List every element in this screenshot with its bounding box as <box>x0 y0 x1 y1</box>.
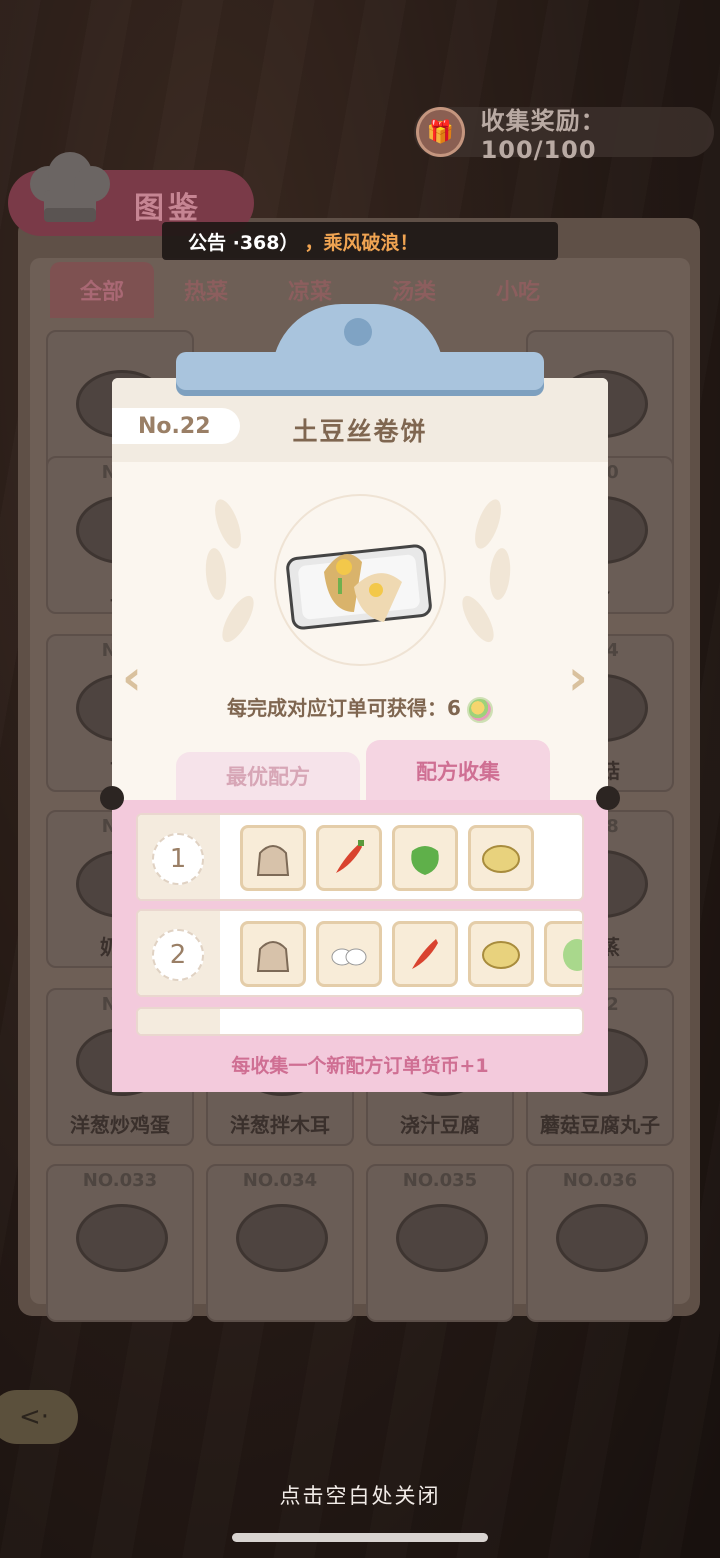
dish-name: 土豆丝卷饼 <box>292 417 428 446</box>
chili-icon <box>392 921 458 987</box>
clipboard-bar <box>176 352 544 390</box>
dish-number: No.22 <box>112 408 240 444</box>
dish-card[interactable]: NO.035 <box>366 1164 514 1322</box>
dish-card[interactable]: NO.036 <box>526 1164 674 1322</box>
announcement-highlight: ，乘风破浪！ <box>304 231 419 254</box>
card-notch-right <box>596 786 620 810</box>
recipe-row[interactable]: 1 <box>136 813 584 901</box>
flour-icon <box>240 921 306 987</box>
collection-reward-button[interactable]: 🎁 收集奖励：100/100 <box>414 107 714 164</box>
dish-plate-icon <box>396 1204 488 1272</box>
potato-icon <box>468 921 534 987</box>
order-reward-text: 每完成对应订单可获得：6 <box>227 696 461 720</box>
dish-card[interactable]: NO.033 <box>46 1164 194 1322</box>
announcement-prefix: 公告 ·368） <box>188 231 299 254</box>
dish-card-name: 洋葱拌木耳 <box>230 1113 330 1137</box>
dish-card-number: NO.035 <box>402 1170 478 1191</box>
order-coin-icon <box>466 696 493 723</box>
dish-card-name: 洋葱炒鸡蛋 <box>70 1113 170 1137</box>
order-reward-info: 每完成对应订单可获得：6 <box>112 692 608 723</box>
recipe-index-box <box>138 1009 220 1034</box>
dish-plate-icon <box>76 1204 168 1272</box>
collection-tip: 每收集一个新配方订单货币+1 <box>112 1036 608 1092</box>
dish-card[interactable]: NO.034 <box>206 1164 354 1322</box>
dish-plate-icon <box>556 1204 648 1272</box>
egg-icon <box>316 921 382 987</box>
recipe-index: 2 <box>152 929 204 981</box>
collection-reward-label: 收集奖励：100/100 <box>480 106 606 164</box>
gift-icon: 🎁 <box>416 107 465 157</box>
dish-card-number: NO.036 <box>562 1170 638 1191</box>
close-hint[interactable]: 点击空白处关闭 <box>0 1480 720 1510</box>
recipe-index: 1 <box>152 833 204 885</box>
recipe-row[interactable]: 2 <box>136 909 584 997</box>
announcement-banner: 公告 ·368） ，乘风破浪！ <box>162 222 558 260</box>
codex-title: 图鉴 <box>134 191 202 226</box>
cabbage-icon <box>544 921 582 987</box>
dish-card-name: 蘑菇豆腐丸子 <box>540 1113 660 1137</box>
tab-best-recipe[interactable]: 最优配方 <box>176 752 360 800</box>
chili-icon <box>316 825 382 891</box>
chef-hat-icon <box>30 152 110 222</box>
tab-all[interactable]: 全部 <box>50 262 154 318</box>
potato-wrap-dish-icon <box>286 544 432 630</box>
card-notch-left <box>100 786 124 810</box>
tab-snacks[interactable]: 小吃 <box>466 262 570 318</box>
dish-card-number: NO.034 <box>242 1170 318 1191</box>
green-pepper-icon <box>392 825 458 891</box>
home-indicator[interactable] <box>232 1533 488 1542</box>
potato-icon <box>468 825 534 891</box>
recipe-row[interactable] <box>136 1007 584 1036</box>
dish-plate-icon <box>236 1204 328 1272</box>
tab-hot-dishes[interactable]: 热菜 <box>154 262 258 318</box>
back-arrow-icon[interactable]: <· <box>0 1390 78 1444</box>
dish-card-name: 浇汁豆腐 <box>400 1113 480 1137</box>
dish-card-number: NO.033 <box>82 1170 158 1191</box>
tab-recipe-collection[interactable]: 配方收集 <box>366 740 550 802</box>
category-tabs: 全部 热菜 凉菜 汤类 小吃 <box>50 262 570 318</box>
clip-hole <box>344 318 372 346</box>
flour-icon <box>240 825 306 891</box>
